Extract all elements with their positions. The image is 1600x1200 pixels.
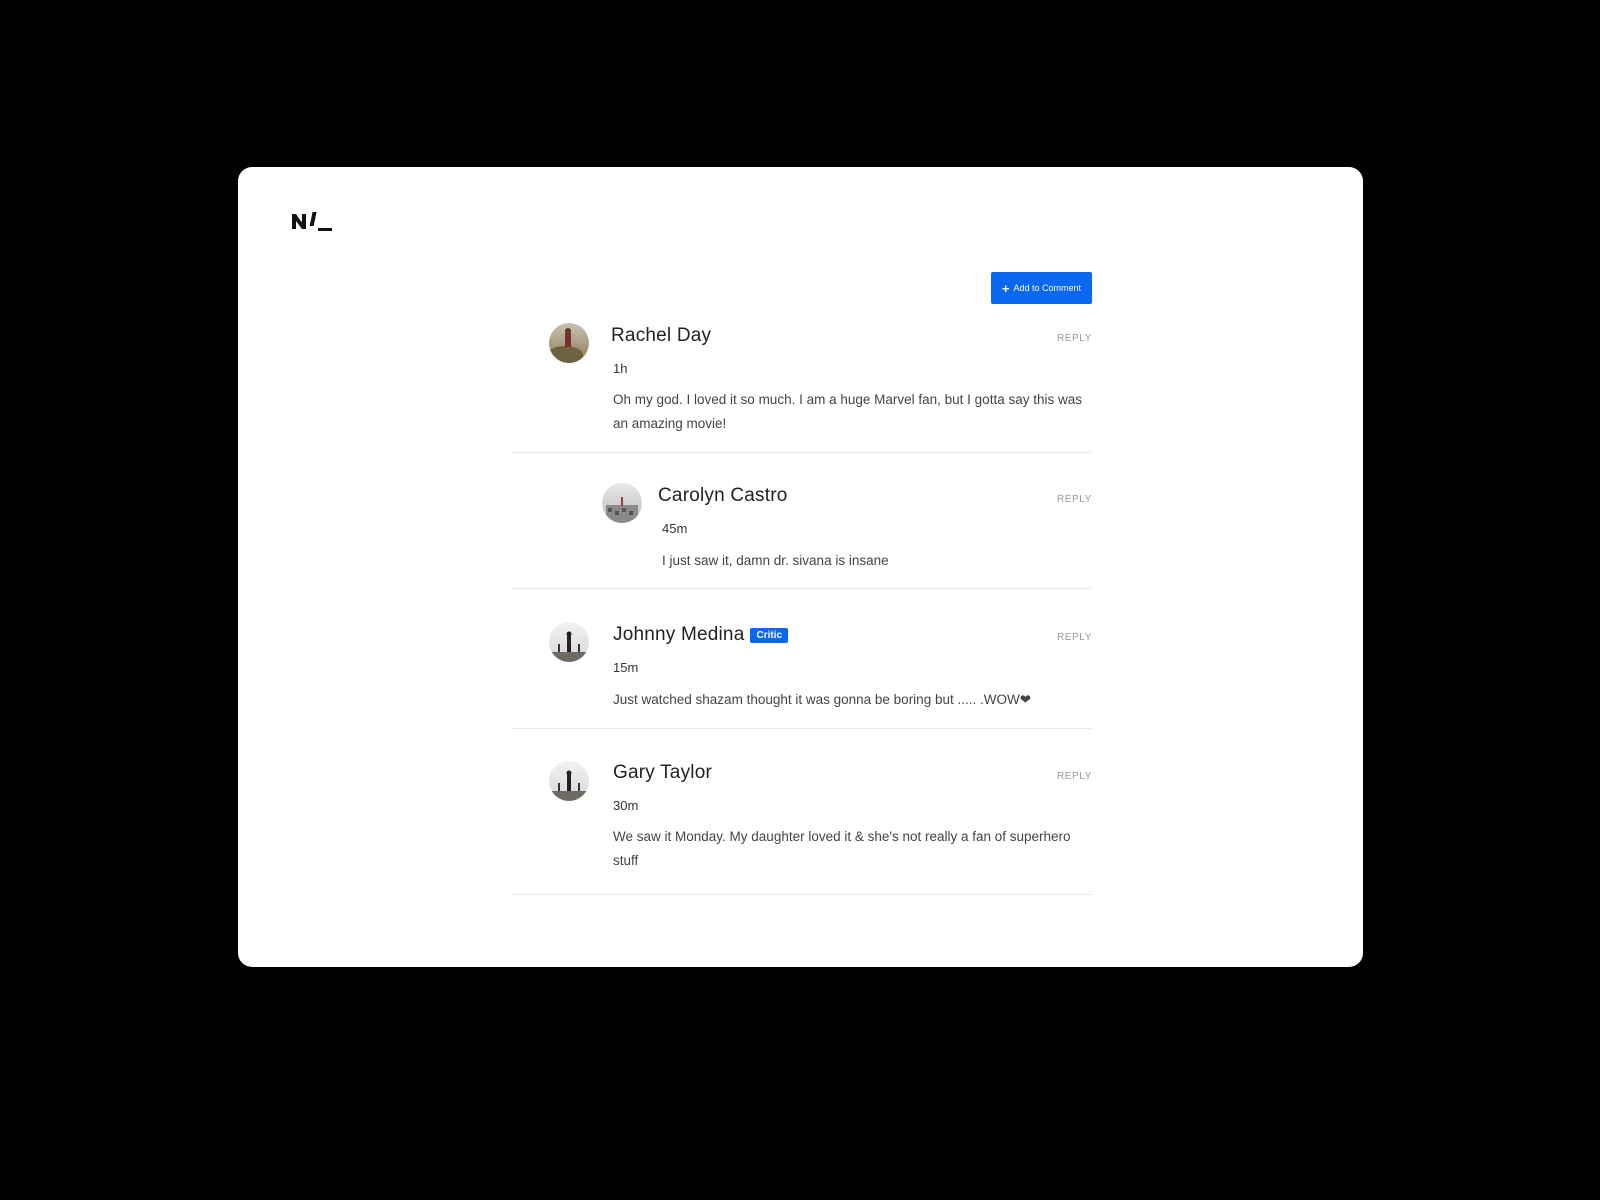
reply-button[interactable]: REPLY xyxy=(1057,494,1092,505)
comment-header: Rachel Day xyxy=(611,325,711,347)
comment-item: Rachel Day REPLY 1h Oh my god. I loved i… xyxy=(511,318,1092,453)
comment-time: 30m xyxy=(613,798,639,813)
comment-text: Just watched shazam thought it was gonna… xyxy=(613,692,1032,707)
avatar[interactable] xyxy=(602,483,642,523)
comment-header: Johnny Medina Critic xyxy=(613,624,789,646)
avatar[interactable] xyxy=(549,622,589,662)
comment-author[interactable]: Gary Taylor xyxy=(613,762,712,784)
comment-author[interactable]: Carolyn Castro xyxy=(658,485,788,507)
add-comment-label: Add to Comment xyxy=(1013,283,1081,293)
brand-logo[interactable] xyxy=(291,210,333,232)
comment-item: Gary Taylor REPLY 30m We saw it Monday. … xyxy=(511,729,1092,895)
comment-author[interactable]: Rachel Day xyxy=(611,325,711,347)
comment-time: 1h xyxy=(613,361,628,376)
comment-text: Oh my god. I loved it so much. I am a hu… xyxy=(613,392,1082,431)
add-comment-button[interactable]: + Add to Comment xyxy=(990,272,1092,304)
comment-text: I just saw it, damn dr. sivana is insane xyxy=(662,553,889,568)
comment-time: 45m xyxy=(662,521,688,536)
reply-button[interactable]: REPLY xyxy=(1057,333,1092,344)
comment-time: 15m xyxy=(613,660,639,675)
comment-item-reply: Carolyn Castro REPLY 45m I just saw it, … xyxy=(511,453,1092,589)
reply-button[interactable]: REPLY xyxy=(1057,771,1092,782)
avatar[interactable] xyxy=(549,761,589,801)
comments-card: + Add to Comment Rachel Day REPLY 1h Oh … xyxy=(238,167,1363,967)
plus-icon: + xyxy=(1001,280,1010,296)
reply-button[interactable]: REPLY xyxy=(1057,632,1092,643)
comment-list: Rachel Day REPLY 1h Oh my god. I loved i… xyxy=(511,318,1092,895)
comment-item: Johnny Medina Critic REPLY 15m Just watc… xyxy=(511,589,1092,729)
comment-text: We saw it Monday. My daughter loved it &… xyxy=(613,829,1071,868)
avatar[interactable] xyxy=(549,323,589,363)
comment-header: Carolyn Castro xyxy=(658,485,788,507)
comment-author[interactable]: Johnny Medina xyxy=(613,624,744,646)
comment-header: Gary Taylor xyxy=(613,762,712,784)
critic-badge: Critic xyxy=(750,627,789,643)
